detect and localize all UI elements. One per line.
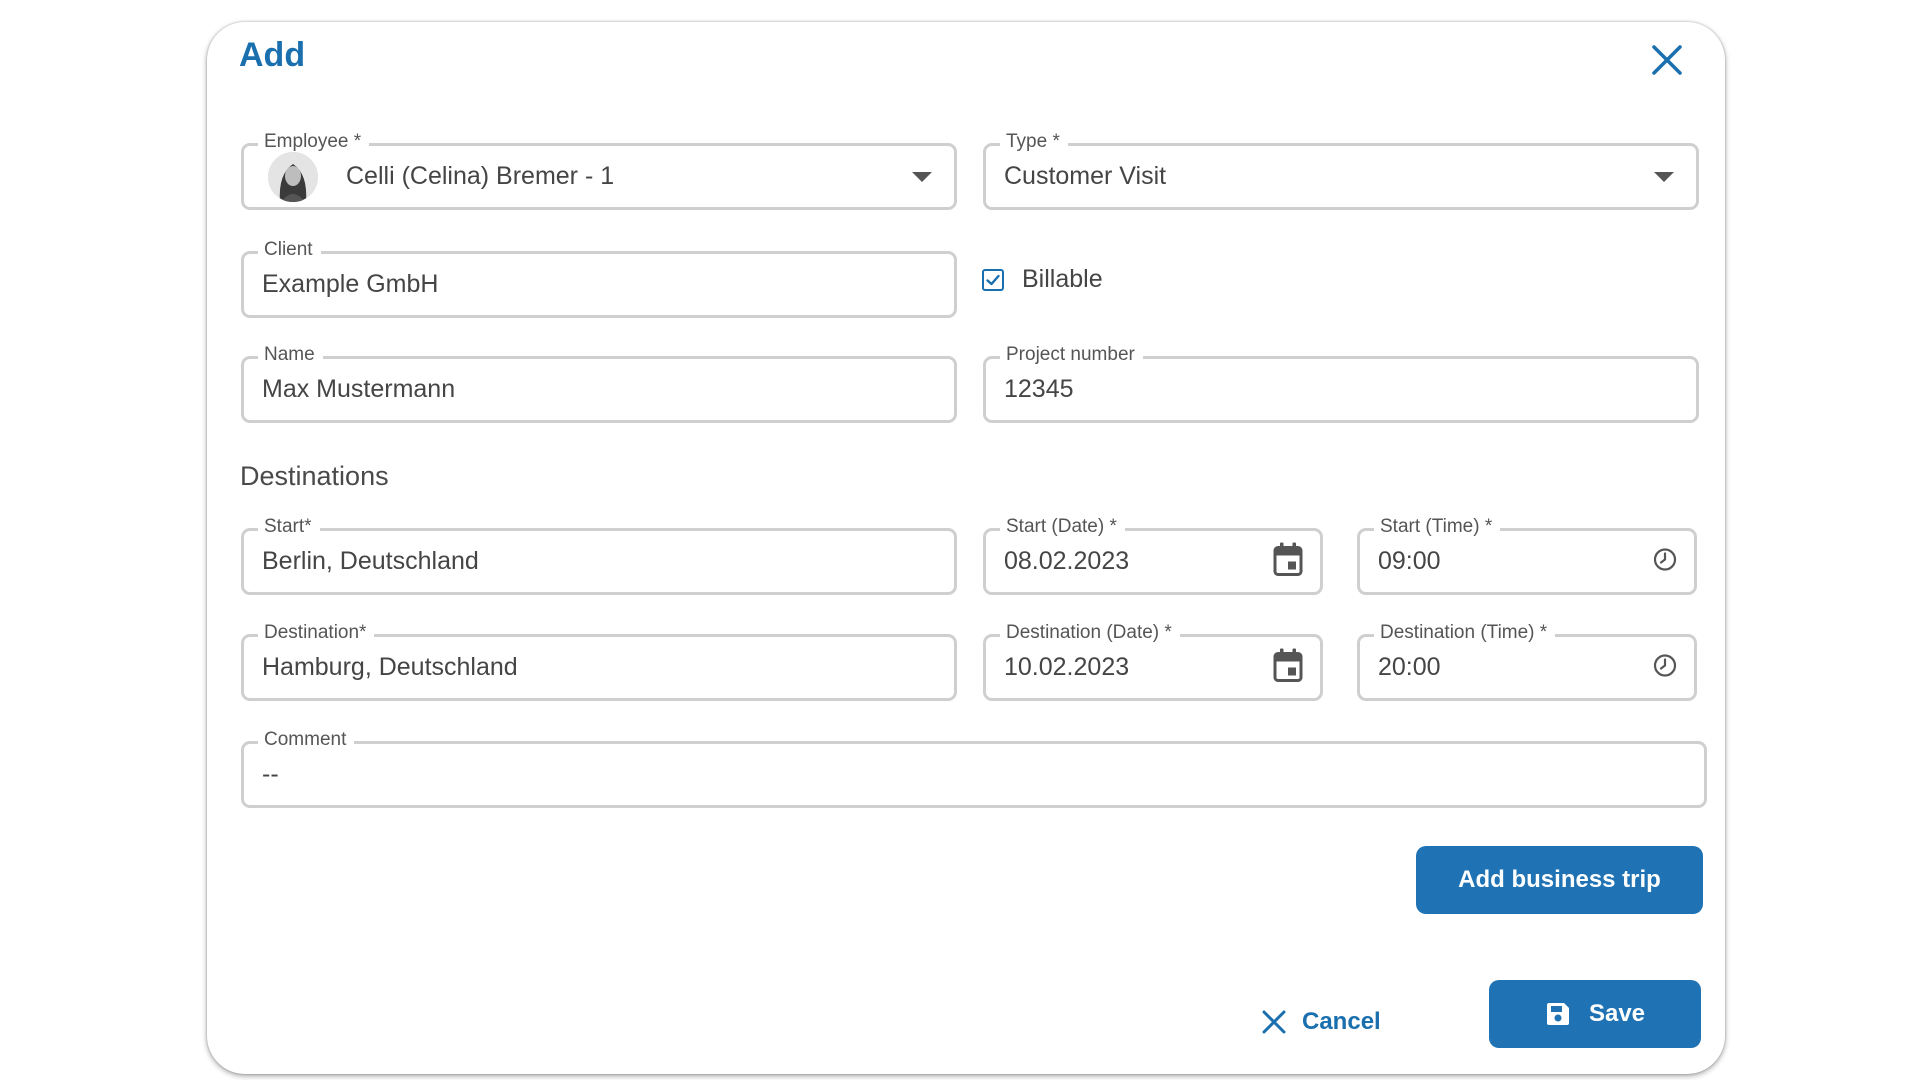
chevron-down-icon[interactable] (1654, 171, 1674, 182)
clock-icon[interactable] (1652, 546, 1678, 577)
destination-date-value: 10.02.2023 (1004, 653, 1130, 681)
close-icon (1652, 45, 1682, 75)
start-date-value: 08.02.2023 (1004, 547, 1130, 575)
start-location-value: Berlin, Deutschland (262, 547, 479, 575)
project-number-value: 12345 (1004, 375, 1074, 403)
employee-select[interactable]: Employee * Celli (Celina) Bremer - 1 (241, 130, 957, 210)
close-button[interactable] (1645, 38, 1689, 82)
name-value: Max Mustermann (262, 375, 456, 403)
save-button[interactable]: Save (1489, 980, 1701, 1048)
destination-location-field[interactable]: Destination* Hamburg, Deutschland (241, 621, 957, 701)
cancel-label: Cancel (1302, 1008, 1381, 1035)
destination-location-value: Hamburg, Deutschland (262, 653, 518, 681)
save-label: Save (1588, 1000, 1646, 1027)
type-value: Customer Visit (1004, 162, 1167, 190)
project-number-field[interactable]: Project number 12345 (983, 343, 1699, 423)
employee-avatar (268, 151, 318, 202)
name-field[interactable]: Name Max Mustermann (241, 343, 957, 423)
destination-time-value: 20:00 (1378, 653, 1441, 681)
calendar-icon[interactable] (1272, 541, 1304, 582)
comment-field[interactable]: Comment -- (241, 728, 1707, 808)
client-field[interactable]: Client Example GmbH (241, 238, 957, 318)
client-value: Example GmbH (262, 270, 439, 298)
start-date-field[interactable]: Start (Date) * 08.02.2023 (983, 515, 1323, 595)
chevron-down-icon[interactable] (912, 171, 932, 182)
dialog-title: Add (239, 36, 306, 74)
start-time-field[interactable]: Start (Time) * 09:00 (1357, 515, 1697, 595)
employee-value: Celli (Celina) Bremer - 1 (346, 162, 615, 190)
type-select[interactable]: Type * Customer Visit (983, 130, 1699, 210)
add-business-trip-label: Add business trip (1458, 866, 1661, 893)
save-icon (1546, 1003, 1569, 1025)
billable-label: Billable (1022, 265, 1103, 293)
destinations-heading: Destinations (240, 461, 389, 491)
billable-checkbox-row[interactable]: Billable (982, 265, 1103, 294)
calendar-icon[interactable] (1272, 647, 1304, 688)
destination-time-field[interactable]: Destination (Time) * 20:00 (1357, 621, 1697, 701)
cancel-x-icon (1262, 1010, 1286, 1034)
start-location-field[interactable]: Start* Berlin, Deutschland (241, 515, 957, 595)
clock-icon[interactable] (1652, 652, 1678, 683)
add-dialog: Add Employee * Celli (Celina) Bremer - 1… (207, 22, 1725, 1074)
cancel-button[interactable]: Cancel (1260, 998, 1381, 1046)
add-business-trip-button[interactable]: Add business trip (1416, 846, 1703, 914)
checkbox-checked-icon (986, 274, 1000, 285)
destination-date-field[interactable]: Destination (Date) * 10.02.2023 (983, 621, 1323, 701)
billable-checkbox[interactable] (982, 268, 1004, 291)
comment-value: -- (262, 760, 279, 788)
start-time-value: 09:00 (1378, 547, 1441, 575)
